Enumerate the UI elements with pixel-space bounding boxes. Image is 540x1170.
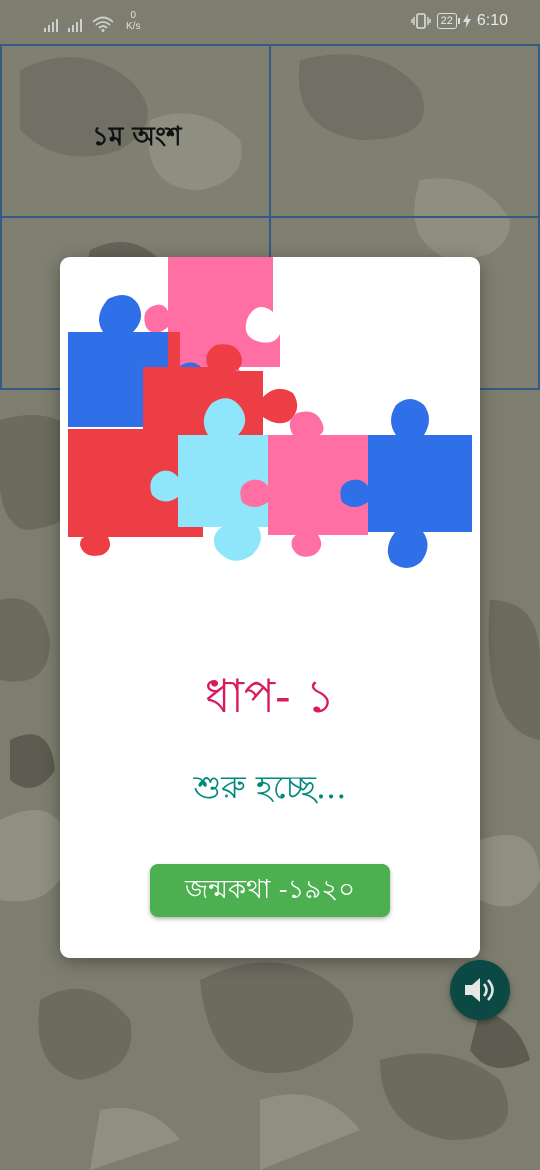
clock: 6:10 <box>476 12 508 29</box>
level-title: ধাপ- ১ <box>204 669 336 723</box>
status-bar: 0 K/s 22 6:10 <box>0 0 540 44</box>
charging-icon <box>462 14 471 28</box>
status-right: 22 6:10 <box>410 12 508 30</box>
cell-signal-icon <box>44 16 58 32</box>
level-dialog: ধাপ- ১ শুরু হচ্ছে... জন্মকথা -১৯২০ <box>60 257 480 958</box>
network-speed: 0 K/s <box>126 10 140 32</box>
network-speed-value: 0 <box>130 10 136 21</box>
board-cell[interactable]: ১ম অংশ <box>0 44 271 218</box>
battery-indicator: 22 <box>436 13 461 29</box>
network-speed-unit: K/s <box>126 21 141 32</box>
board-cell[interactable] <box>269 44 540 218</box>
loading-text: শুরু হচ্ছে... <box>193 768 347 806</box>
volume-icon <box>465 978 494 1002</box>
status-left: 0 K/s <box>44 10 140 32</box>
vibrate-icon <box>410 13 431 29</box>
cell-label: ১ম অংশ <box>92 122 182 152</box>
sound-toggle-button[interactable] <box>450 960 510 1020</box>
cell-signal-icon <box>68 16 82 32</box>
puzzle-pieces-image <box>68 257 472 568</box>
start-level-button[interactable]: জন্মকথা -১৯২০ <box>150 864 390 917</box>
wifi-icon <box>92 16 114 32</box>
